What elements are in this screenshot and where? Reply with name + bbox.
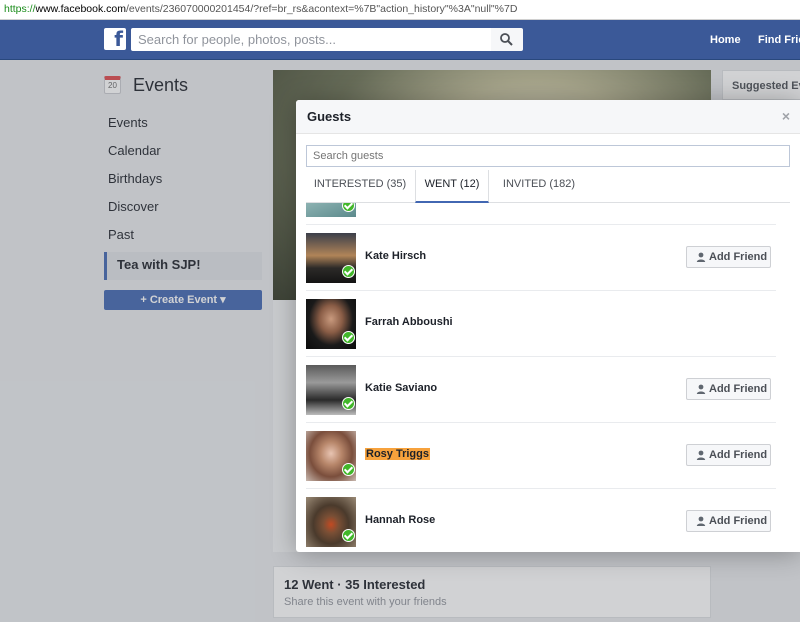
nav-home-link[interactable]: Home [710, 34, 741, 46]
guest-name[interactable]: Hannah Rose [365, 514, 435, 526]
tab-invited[interactable]: INVITED (182) [490, 170, 588, 203]
url-scheme: https:// [4, 3, 36, 15]
guest-name[interactable]: Farrah Abboushi [365, 316, 453, 328]
search-guests-input[interactable] [306, 145, 790, 167]
guest-name-highlighted[interactable]: Rosy Triggs [365, 448, 430, 460]
add-friend-icon [696, 450, 706, 460]
search-icon [500, 33, 513, 46]
went-check-icon [342, 397, 355, 410]
browser-url-bar[interactable]: https://www.facebook.com/events/23607000… [0, 0, 800, 20]
add-friend-label: Add Friend [709, 449, 768, 461]
url-path: /events/236070000201454/?ref=br_rs&acont… [125, 3, 518, 15]
add-friend-button[interactable]: Add Friend [686, 510, 771, 532]
add-friend-label: Add Friend [709, 515, 768, 527]
went-check-icon [342, 265, 355, 278]
add-friend-button[interactable]: Add Friend [686, 246, 771, 268]
search-button[interactable] [491, 28, 523, 51]
guest-name[interactable]: Katie Saviano [365, 382, 437, 394]
went-check-icon [342, 463, 355, 476]
global-search-input[interactable]: Search for people, photos, posts... [131, 28, 491, 51]
guest-row: Katie Saviano Add Friend [306, 357, 776, 423]
guest-tabs: INTERESTED (35) WENT (12) INVITED (182) [306, 170, 790, 203]
tab-interested[interactable]: INTERESTED (35) [306, 170, 414, 203]
guest-row: Hannah Rose Add Friend [306, 489, 776, 552]
facebook-logo-icon[interactable]: f [104, 27, 126, 51]
add-friend-button[interactable]: Add Friend [686, 444, 771, 466]
went-check-icon [342, 529, 355, 542]
guest-row: Rosy Triggs Add Friend [306, 423, 776, 489]
dialog-header: Guests × [296, 100, 800, 134]
url-host: www.facebook.com [35, 3, 126, 15]
add-friend-label: Add Friend [709, 251, 768, 263]
guest-row: Farrah Abboushi [306, 291, 776, 357]
add-friend-label: Add Friend [709, 383, 768, 395]
add-friend-icon [696, 516, 706, 526]
guests-dialog: Guests × INTERESTED (35) WENT (12) INVIT… [296, 100, 800, 552]
add-friend-button[interactable]: Add Friend [686, 378, 771, 400]
guest-list[interactable]: Kate Hirsch Add Friend Farrah Abboushi K… [306, 203, 776, 552]
tab-went[interactable]: WENT (12) [415, 170, 489, 203]
top-navigation: f Search for people, photos, posts... Ho… [0, 20, 800, 60]
guest-row-partial [306, 203, 776, 225]
add-friend-icon [696, 384, 706, 394]
add-friend-icon [696, 252, 706, 262]
went-check-icon [342, 331, 355, 344]
guest-row: Kate Hirsch Add Friend [306, 225, 776, 291]
dialog-title: Guests [307, 109, 352, 124]
close-icon[interactable]: × [782, 108, 790, 124]
nav-find-friends-link[interactable]: Find Friends [758, 34, 800, 46]
guest-name[interactable]: Kate Hirsch [365, 250, 426, 262]
